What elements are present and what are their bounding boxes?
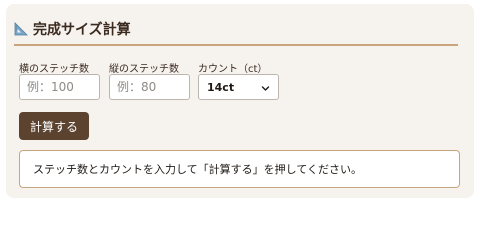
result-message: ステッチ数とカウントを入力して「計算する」を押してください。: [33, 163, 363, 176]
result-box: ステッチ数とカウントを入力して「計算する」を押してください。: [19, 150, 460, 188]
calculate-button[interactable]: 計算する: [19, 112, 89, 140]
header-divider: [14, 44, 458, 46]
triangular-ruler-icon: [14, 22, 28, 36]
page-title: 完成サイズ計算: [33, 22, 131, 38]
panel-header: 完成サイズ計算: [14, 19, 131, 39]
height-stitches-input[interactable]: [109, 74, 190, 100]
width-stitches-label: 横のステッチ数: [19, 64, 89, 75]
count-label: カウント（ct）: [198, 64, 268, 75]
width-stitches-input[interactable]: [19, 74, 100, 100]
height-stitches-label: 縦のステッチ数: [109, 64, 179, 75]
count-select[interactable]: 14ct: [198, 74, 279, 100]
count-select-value: 14ct: [207, 80, 235, 94]
chevron-down-icon: [261, 83, 270, 92]
